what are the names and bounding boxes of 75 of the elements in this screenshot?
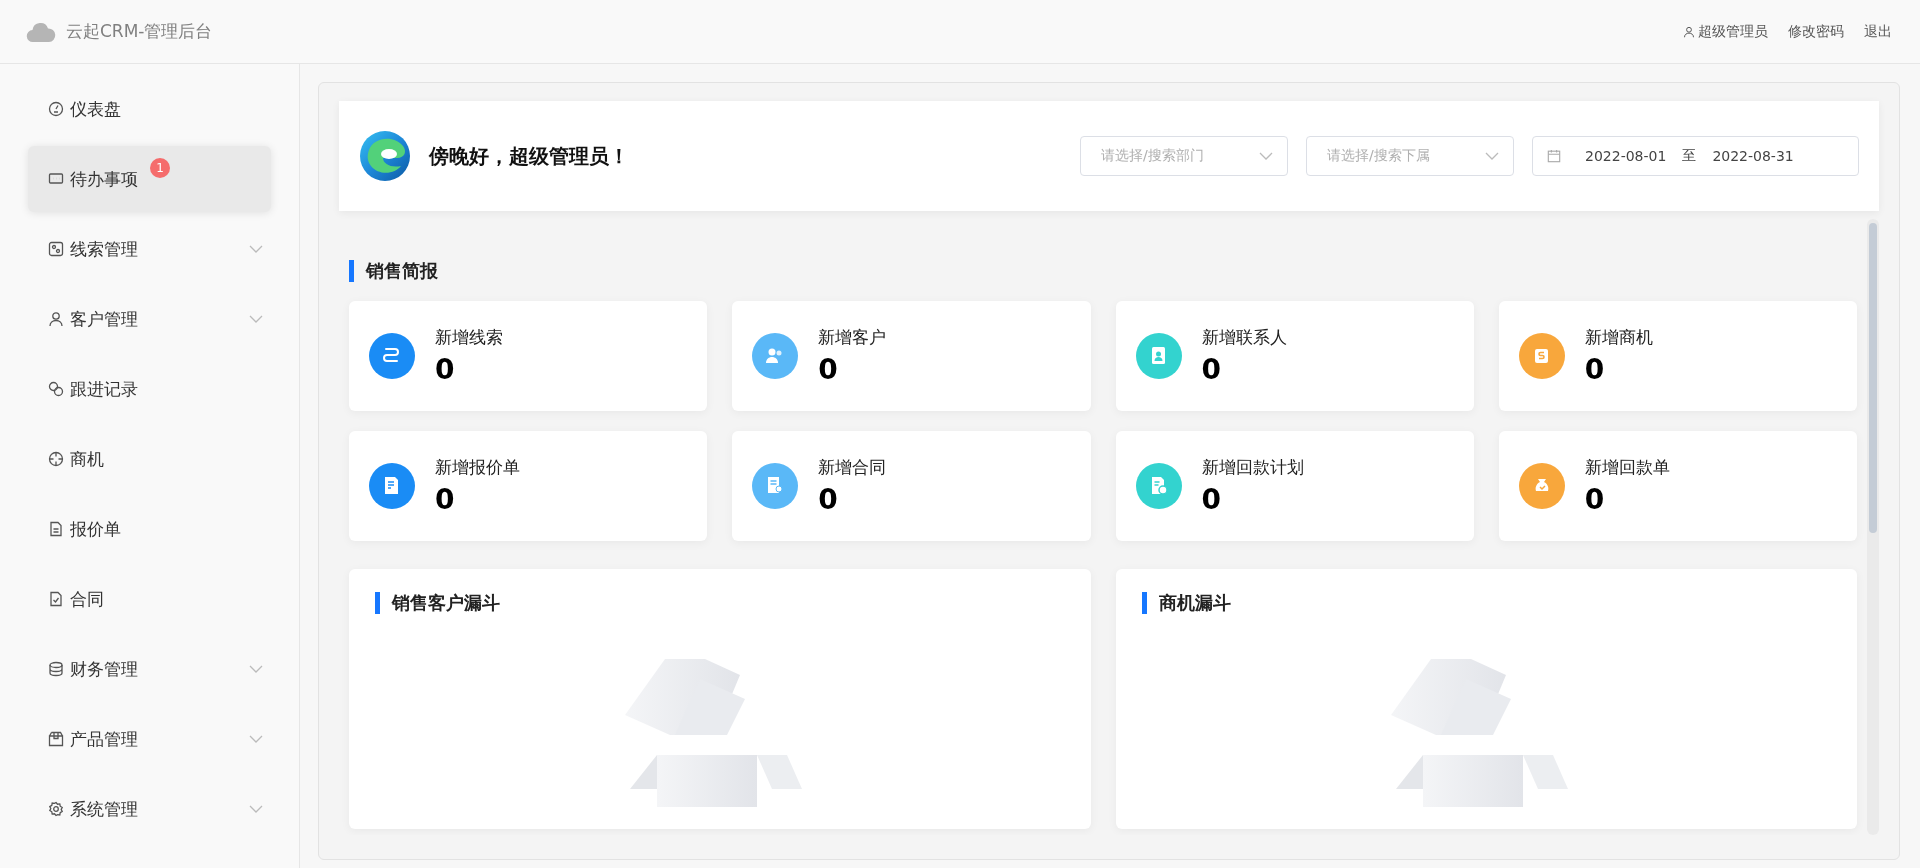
sidebar-item[interactable]: 系统管理 (28, 776, 271, 842)
sidebar-item[interactable]: 客户管理 (28, 286, 271, 352)
stat-label: 新增合同 (818, 456, 887, 479)
chevron-down-icon (1259, 152, 1273, 160)
sidebar-item-label: 仪表盘 (70, 97, 121, 121)
chevron-down-icon (249, 245, 263, 253)
funnel-title: 商机漏斗 (1158, 591, 1231, 615)
stat-label: 新增客户 (818, 326, 887, 349)
sidebar-item-label: 产品管理 (70, 727, 138, 751)
chevron-down-icon (249, 315, 263, 323)
database-icon (48, 661, 64, 677)
document-check-icon (48, 591, 64, 607)
funnel-title: 销售客户漏斗 (392, 591, 500, 615)
sidebar-item[interactable]: 产品管理 (28, 706, 271, 772)
sidebar-item-label: 待办事项 (70, 167, 138, 191)
stat-value: 0 (435, 353, 456, 386)
stat-value: 0 (1201, 353, 1222, 386)
stat-value: 0 (435, 483, 456, 516)
sidebar-item[interactable]: 财务管理 (28, 636, 271, 702)
chat-bubble-icon (48, 171, 64, 187)
chevron-down-icon (249, 735, 263, 743)
sidebar-item[interactable]: 待办事项 1 (28, 146, 271, 212)
title-accent-bar (375, 592, 380, 614)
notification-badge: 1 (150, 158, 170, 178)
stat-label: 新增商机 (1584, 326, 1653, 349)
header-link[interactable]: 修改密码 (1788, 22, 1844, 41)
user-icon (1683, 25, 1695, 38)
stat-value: 0 (818, 353, 839, 386)
document-icon (48, 521, 64, 537)
sidebar-item[interactable]: 合同 (28, 566, 271, 632)
sidebar-item-label: 合同 (70, 587, 104, 611)
user-menu-link[interactable]: 超级管理员 (1683, 22, 1768, 41)
chevron-down-icon (249, 805, 263, 813)
title-accent-bar (349, 260, 354, 282)
cloud-logo-icon (26, 20, 56, 43)
linked-rings-icon (48, 381, 64, 397)
scrollbar[interactable] (1867, 219, 1879, 835)
sidebar-item[interactable]: 仪表盘 (28, 76, 271, 142)
greeting-text: 傍晚好，超级管理员！ (429, 142, 630, 170)
date-range-field[interactable]: 2022-08-01 至 2022-08-31 (1532, 136, 1859, 176)
section-title: 销售简报 (366, 259, 438, 283)
user-icon (48, 311, 64, 327)
stat-value: 0 (1584, 483, 1606, 516)
sidebar-item[interactable]: 线索管理 (28, 216, 271, 282)
sidebar-item-label: 客户管理 (70, 307, 138, 331)
sidebar-item-label: 线索管理 (70, 237, 138, 261)
chevron-down-icon (249, 665, 263, 673)
sidebar-item-label: 财务管理 (70, 657, 138, 681)
app-title: 云起CRM-管理后台 (66, 20, 213, 43)
settings-icon (48, 801, 64, 817)
sidebar-item-label: 商机 (70, 447, 104, 471)
stat-value: 0 (818, 483, 839, 516)
stat-label: 新增报价单 (435, 456, 520, 479)
sidebar-item-label: 跟进记录 (70, 377, 138, 401)
stat-label: 新增线索 (435, 326, 503, 349)
header-link[interactable]: 退出 (1864, 22, 1892, 41)
scrollbar-thumb[interactable] (1869, 223, 1877, 533)
crosshair-icon (48, 451, 64, 467)
chevron-down-icon (1485, 152, 1499, 160)
stat-label: 新增回款单 (1584, 456, 1670, 479)
swirl-logo-icon (359, 130, 411, 182)
title-accent-bar (1141, 592, 1147, 614)
gauge-icon (48, 101, 64, 117)
stat-label: 新增回款计划 (1201, 456, 1304, 479)
sidebar-item[interactable]: 商机 (28, 426, 271, 492)
sidebar-item-label: 报价单 (70, 517, 121, 541)
sidebar-item-label: 系统管理 (70, 797, 138, 821)
sidebar-item[interactable]: 报价单 (28, 496, 271, 562)
panel-icon (48, 241, 64, 257)
stat-label: 新增联系人 (1201, 326, 1287, 349)
stat-value: 0 (1584, 353, 1606, 386)
stat-value: 0 (1201, 483, 1222, 516)
package-icon (48, 731, 64, 747)
sidebar-item[interactable]: 跟进记录 (28, 356, 271, 422)
calendar-icon (1547, 149, 1561, 163)
